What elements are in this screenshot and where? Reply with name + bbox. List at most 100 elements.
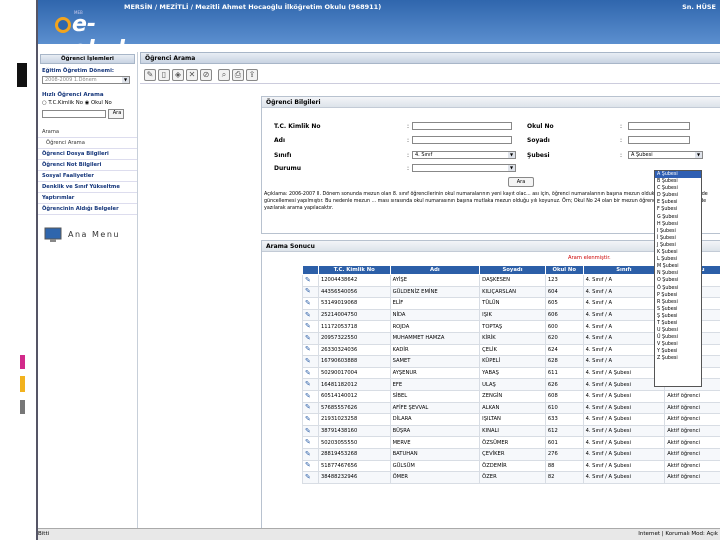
pencil-icon[interactable]: ✎: [305, 323, 314, 330]
dropdown-option[interactable]: D Şubesi: [655, 192, 701, 199]
table-row[interactable]: ✎ 51877467656 GÜLSÜM ÖZDEMİR 88 4. Sınıf / A …: [302, 459, 720, 473]
search-icon[interactable]: ⌕: [218, 69, 230, 81]
pencil-icon[interactable]: ✎: [305, 311, 314, 319]
ad-input[interactable]: [412, 136, 512, 144]
edit-cell[interactable]: ✎: [302, 401, 319, 415]
pencil-icon[interactable]: ✎: [305, 288, 314, 295]
sidebar-item-ogrenci-arama[interactable]: Öğrenci Arama: [38, 138, 137, 149]
sinif-select[interactable]: 4. Sınıf ▼: [412, 151, 516, 159]
tc-input[interactable]: [412, 122, 512, 130]
dropdown-option[interactable]: İ Şubesi: [655, 235, 701, 242]
table-row[interactable]: ✎ 50203055550 MERVE ÖZSÜMER 601 4. Sınıf / A …: [302, 436, 720, 449]
dropdown-option[interactable]: K Şubesi: [655, 249, 701, 256]
pencil-icon[interactable]: ✎: [305, 299, 314, 307]
dropdown-option[interactable]: O Şubesi: [655, 277, 701, 284]
pencil-icon[interactable]: ✎: [305, 473, 314, 481]
sidebar-item-arama[interactable]: Arama: [38, 127, 137, 138]
edit-cell[interactable]: ✎: [302, 355, 319, 368]
table-row[interactable]: ✎ 38791438160 BÜŞRA KINALI 612 4. Sınıf / A Ş…: [302, 424, 720, 438]
edit-cell[interactable]: ✎: [302, 389, 319, 403]
search-button[interactable]: Ara: [508, 177, 534, 187]
column-header[interactable]: Adı: [389, 265, 481, 275]
new-icon[interactable]: ▯: [158, 69, 170, 81]
dropdown-option[interactable]: L Şubesi: [655, 256, 701, 263]
table-row[interactable]: ✎ 60514140012 SİBEL ZENGİN 608 4. Sınıf / A Ş…: [302, 389, 720, 403]
column-header[interactable]: T.C. Kimlik No: [317, 265, 391, 275]
durum-select[interactable]: ▼: [412, 164, 516, 172]
print-icon[interactable]: ⎙: [232, 69, 244, 81]
dropdown-option[interactable]: Ö Şubesi: [655, 285, 701, 292]
sube-select[interactable]: A Şubesi ▼: [628, 151, 703, 159]
okulno-input[interactable]: [628, 122, 690, 130]
pencil-icon[interactable]: ✎: [305, 404, 314, 411]
dropdown-option[interactable]: H Şubesi: [655, 221, 701, 228]
delete-icon[interactable]: ✕: [186, 69, 198, 81]
dropdown-option[interactable]: A Şubesi: [655, 171, 701, 179]
table-row[interactable]: ✎ 28819453268 BATUHAN ÇEVİKER 276 4. Sınıf / …: [302, 447, 720, 461]
column-header[interactable]: Sınıfı: [582, 265, 666, 275]
pencil-icon[interactable]: ✎: [305, 439, 314, 446]
edit-cell[interactable]: ✎: [302, 436, 319, 449]
pencil-icon[interactable]: ✎: [305, 462, 314, 469]
pencil-icon[interactable]: ✎: [305, 369, 314, 377]
dropdown-option[interactable]: M Şubesi: [655, 263, 701, 270]
dropdown-option[interactable]: F Şubesi: [655, 206, 701, 213]
dropdown-option[interactable]: Y Şubesi: [655, 348, 701, 355]
sidebar-item-sosyal[interactable]: Sosyal Faaliyetler: [38, 171, 137, 182]
edit-cell[interactable]: ✎: [302, 285, 319, 299]
table-row[interactable]: ✎ 38488232946 ÖMER ÖZER 82 4. Sınıf / A Şubes…: [302, 471, 720, 484]
edit-cell[interactable]: ✎: [302, 459, 319, 473]
table-row[interactable]: ✎ 57685557626 AFİFE ŞEVVAL ALKAN 610 4. Sınıf…: [302, 401, 720, 415]
column-header[interactable]: Okul No: [544, 265, 584, 275]
table-row[interactable]: ✎ 21931023258 DİLARA IŞILTAN 633 4. Sınıf / A…: [302, 413, 720, 426]
radio-tc-icon[interactable]: ○: [42, 100, 47, 106]
edit-cell[interactable]: ✎: [302, 308, 319, 322]
pencil-icon[interactable]: ✎: [305, 450, 314, 458]
pencil-icon[interactable]: ✎: [305, 392, 314, 400]
pencil-icon[interactable]: ✎: [305, 381, 314, 388]
soyad-input[interactable]: [628, 136, 690, 144]
sidebar-item-denklik[interactable]: Denklik ve Sınıf Yükseltme: [38, 182, 137, 193]
pencil-icon[interactable]: ✎: [305, 346, 314, 353]
dropdown-option[interactable]: V Şubesi: [655, 341, 701, 348]
ana-menu-link[interactable]: Ana Menu: [38, 227, 137, 245]
sidebar-item-belgeler[interactable]: Öğrencinin Aldığı Belgeler: [38, 204, 137, 215]
edit-cell[interactable]: ✎: [302, 343, 319, 357]
edit-cell[interactable]: ✎: [302, 320, 319, 333]
dropdown-option[interactable]: Ş Şubesi: [655, 313, 701, 320]
pencil-icon[interactable]: ✎: [305, 276, 314, 284]
dropdown-option[interactable]: B Şubesi: [655, 178, 701, 185]
radio-okul-icon[interactable]: ◉: [85, 100, 90, 106]
pencil-icon[interactable]: ✎: [305, 427, 314, 435]
dropdown-option[interactable]: N Şubesi: [655, 270, 701, 277]
pencil-icon[interactable]: ✎: [305, 357, 314, 365]
edit-cell[interactable]: ✎: [302, 447, 319, 461]
term-select[interactable]: 2008-2009 1.Dönem ▼: [42, 76, 130, 84]
pencil-icon[interactable]: ✎: [305, 415, 314, 423]
dropdown-option[interactable]: E Şubesi: [655, 199, 701, 206]
edit-icon[interactable]: ✎: [144, 69, 156, 81]
quick-search-button[interactable]: Ara: [108, 109, 124, 119]
edit-cell[interactable]: ✎: [302, 297, 319, 310]
dropdown-option[interactable]: Z Şubesi: [655, 355, 701, 362]
dropdown-option[interactable]: P Şubesi: [655, 292, 701, 299]
export-icon[interactable]: ⇪: [246, 69, 258, 81]
sidebar-item-yaptirim[interactable]: Yaptırımlar: [38, 193, 137, 204]
edit-cell[interactable]: ✎: [302, 331, 319, 345]
sidebar-item-dosya[interactable]: Öğrenci Dosya Bilgileri: [38, 149, 137, 160]
dropdown-option[interactable]: G Şubesi: [655, 214, 701, 221]
edit-cell[interactable]: ✎: [302, 424, 319, 438]
dropdown-option[interactable]: C Şubesi: [655, 185, 701, 192]
dropdown-option[interactable]: R Şubesi: [655, 299, 701, 306]
edit-cell[interactable]: ✎: [302, 366, 319, 380]
dropdown-option[interactable]: Ü Şubesi: [655, 334, 701, 341]
dropdown-option[interactable]: I Şubesi: [655, 228, 701, 235]
edit-cell[interactable]: ✎: [302, 274, 319, 287]
edit-cell[interactable]: ✎: [302, 378, 319, 391]
cancel-icon[interactable]: ⊘: [200, 69, 212, 81]
edit-cell[interactable]: ✎: [302, 413, 319, 426]
dropdown-option[interactable]: J Şubesi: [655, 242, 701, 249]
dropdown-option[interactable]: T Şubesi: [655, 320, 701, 327]
save-icon[interactable]: ◈: [172, 69, 184, 81]
sidebar-item-not[interactable]: Öğrenci Not Bilgileri: [38, 160, 137, 171]
